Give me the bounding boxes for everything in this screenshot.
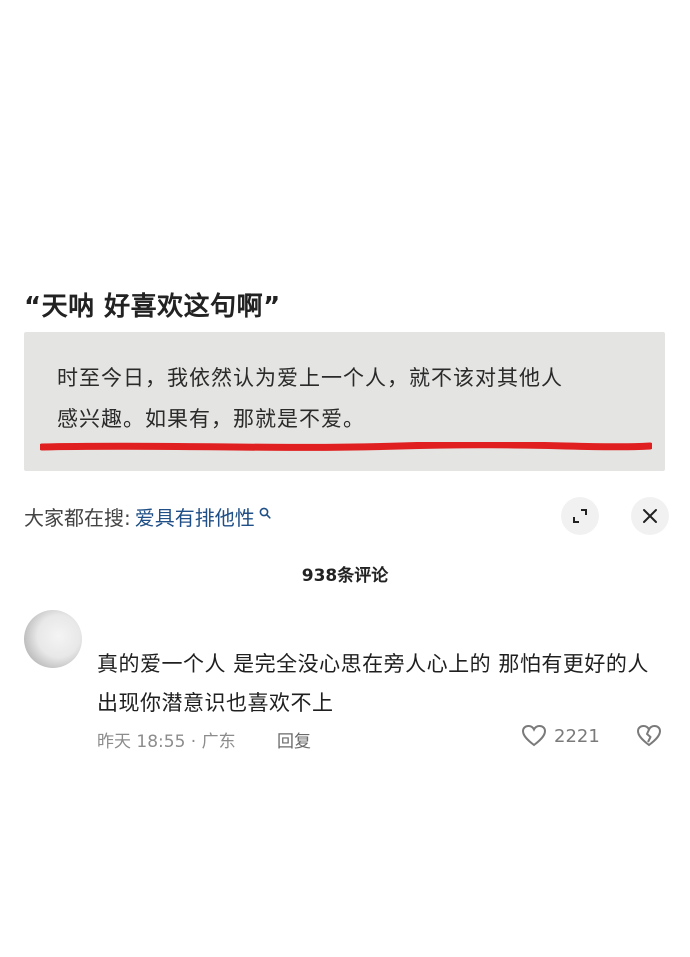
close-button[interactable] (631, 497, 669, 535)
heart-icon (521, 724, 547, 747)
like-button[interactable]: 2221 (521, 724, 600, 748)
search-icon (259, 500, 271, 524)
close-icon (643, 509, 657, 523)
broken-heart-icon (636, 724, 662, 747)
expand-icon (573, 509, 587, 523)
red-underline-mark (40, 442, 652, 451)
comment-meta: 昨天 18:55 · 广东 (97, 732, 236, 752)
related-search-prefix: 大家都在搜: (24, 505, 131, 530)
related-search-bar[interactable]: 大家都在搜: 爱具有排他性 (24, 500, 271, 532)
comment-text: 真的爱一个人 是完全没心思在旁人心上的 那怕有更好的人出现你潜意识也喜欢不上 (97, 652, 649, 715)
avatar[interactable] (24, 610, 82, 668)
reply-button[interactable]: 回复 (277, 727, 311, 752)
like-count: 2221 (554, 725, 600, 747)
related-search-term[interactable]: 爱具有排他性 (135, 502, 255, 531)
expand-button[interactable] (561, 497, 599, 535)
dislike-button[interactable] (636, 724, 662, 752)
post-title: “天呐 好喜欢这句啊” (24, 292, 281, 322)
comment-count: 938条评论 (301, 566, 389, 586)
quote-text: 时至今日，我依然认为爱上一个人，就不该对其他人 感兴趣。如果有，那就是不爱。 (57, 358, 652, 440)
quote-line-1: 时至今日，我依然认为爱上一个人，就不该对其他人 (57, 366, 563, 390)
quote-image[interactable]: 时至今日，我依然认为爱上一个人，就不该对其他人 感兴趣。如果有，那就是不爱。 (24, 332, 665, 471)
quote-line-2: 感兴趣。如果有，那就是不爱。 (57, 407, 365, 431)
